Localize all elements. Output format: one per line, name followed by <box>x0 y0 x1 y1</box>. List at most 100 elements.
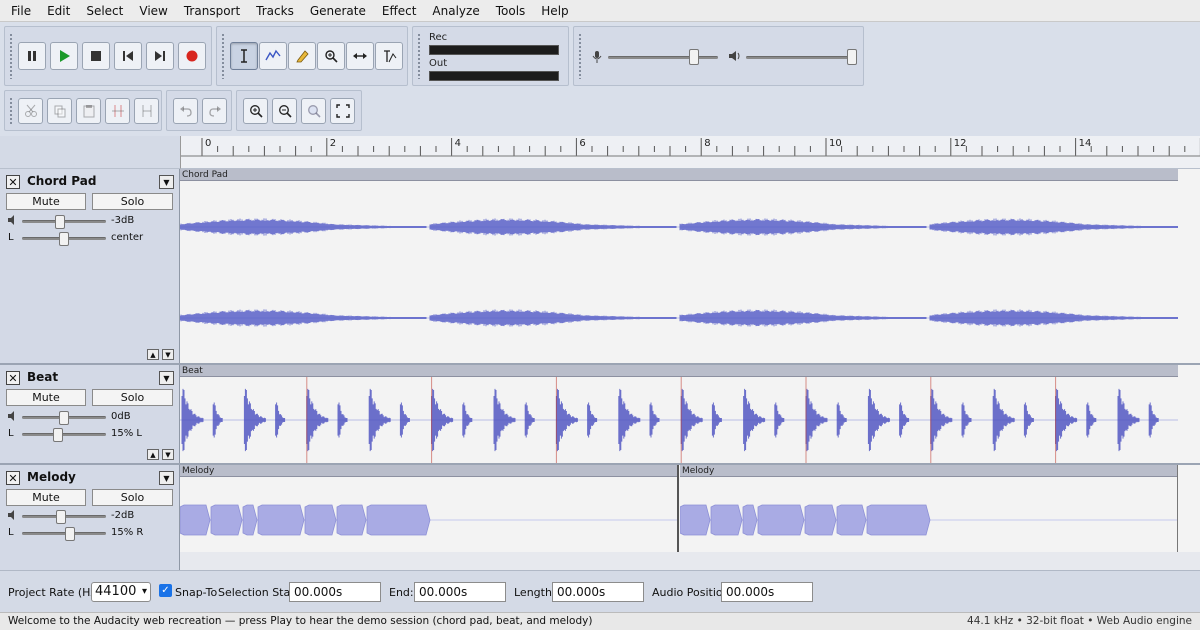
record-button[interactable] <box>178 42 206 70</box>
track-menu-button[interactable]: ▼ <box>159 175 174 189</box>
multi-tool-button[interactable] <box>375 42 403 70</box>
clip-name[interactable]: Chord Pad <box>180 169 1178 181</box>
silence-audio-button[interactable] <box>134 98 159 124</box>
zoom-tool-button[interactable] <box>317 42 345 70</box>
undo-button[interactable] <box>173 98 198 124</box>
track-waveform-area[interactable]: Chord Pad <box>180 169 1200 363</box>
menu-file[interactable]: File <box>3 0 39 22</box>
move-track-up-button[interactable]: ▲ <box>147 449 159 460</box>
track-waveform-area[interactable]: Beat <box>180 365 1200 463</box>
zoom-out-button[interactable] <box>272 98 297 124</box>
move-track-down-button[interactable]: ▼ <box>162 349 174 360</box>
menu-view[interactable]: View <box>131 0 175 22</box>
menu-transport[interactable]: Transport <box>176 0 248 22</box>
track-waveform-area[interactable]: Melody Melody <box>180 465 1200 552</box>
menu-help[interactable]: Help <box>533 0 576 22</box>
selection-start-field[interactable]: 00.000s <box>289 582 381 602</box>
record-volume-track[interactable] <box>608 56 718 59</box>
track-close-button[interactable]: ✕ <box>6 175 20 189</box>
mute-button[interactable]: Mute <box>6 193 86 210</box>
play-button[interactable] <box>50 42 78 70</box>
track-close-button[interactable]: ✕ <box>6 471 20 485</box>
waveform-segment <box>679 218 927 236</box>
record-volume-slider[interactable] <box>688 49 699 65</box>
pan-control: L center <box>6 232 176 246</box>
timeline-ruler[interactable]: 0246810121416 <box>180 136 1200 169</box>
playback-meter[interactable] <box>429 71 559 81</box>
pan-slider[interactable] <box>53 428 64 442</box>
menu-tools[interactable]: Tools <box>488 0 534 22</box>
menu-analyze[interactable]: Analyze <box>424 0 487 22</box>
solo-button[interactable]: Solo <box>92 193 173 210</box>
time-shift-tool-button[interactable] <box>346 42 374 70</box>
draw-tool-button[interactable] <box>288 42 316 70</box>
gain-slider[interactable] <box>59 411 69 425</box>
selection-end-field[interactable]: 00.000s <box>414 582 506 602</box>
playback-volume-slider[interactable] <box>846 49 857 65</box>
move-track-down-button[interactable]: ▼ <box>162 449 174 460</box>
solo-button[interactable]: Solo <box>92 489 173 506</box>
toolbar-grip[interactable] <box>578 33 582 79</box>
waveform <box>180 218 1178 327</box>
playback-volume-track[interactable] <box>746 56 854 59</box>
toolbar-grip[interactable] <box>417 33 421 79</box>
menu-edit[interactable]: Edit <box>39 0 78 22</box>
clip-name[interactable]: Melody <box>680 465 1177 477</box>
pan-slider[interactable] <box>59 232 69 246</box>
track-close-button[interactable]: ✕ <box>6 371 20 385</box>
toolbar-grip[interactable] <box>221 33 225 79</box>
project-rate-select[interactable]: 44100 ▾ <box>91 582 151 602</box>
toolbar-grip[interactable] <box>9 33 13 79</box>
menu-effect[interactable]: Effect <box>374 0 425 22</box>
waveform <box>180 504 677 536</box>
fit-project-button[interactable] <box>330 98 355 124</box>
track-name[interactable]: Beat <box>27 370 58 384</box>
zoom-in-button[interactable] <box>243 98 268 124</box>
stop-button[interactable] <box>82 42 110 70</box>
move-track-up-button[interactable]: ▲ <box>147 349 159 360</box>
selection-tool-button[interactable] <box>230 42 258 70</box>
skip-to-end-button[interactable] <box>146 42 174 70</box>
audio-clip[interactable]: Melody <box>180 465 679 552</box>
gain-slider[interactable] <box>56 510 67 524</box>
gain-slider[interactable] <box>54 215 65 229</box>
audio-clip[interactable]: Melody <box>680 465 1178 552</box>
selection-length-label: Length: <box>514 586 556 599</box>
copy-button[interactable] <box>47 98 72 124</box>
status-message: Welcome to the Audacity web recreation —… <box>8 615 593 627</box>
pan-slider[interactable] <box>64 527 75 541</box>
record-meter[interactable] <box>429 45 559 55</box>
menu-generate[interactable]: Generate <box>302 0 374 22</box>
menu-bar: File Edit Select View Transport Tracks G… <box>0 0 1200 22</box>
envelope-tool-button[interactable] <box>259 42 287 70</box>
trim-audio-button[interactable] <box>105 98 130 124</box>
mute-button[interactable]: Mute <box>6 489 86 506</box>
track-name[interactable]: Chord Pad <box>27 174 96 188</box>
redo-button[interactable] <box>202 98 227 124</box>
audio-clip[interactable]: Chord Pad <box>180 169 1178 363</box>
paste-button[interactable] <box>76 98 101 124</box>
pan-slider-track[interactable] <box>22 433 106 436</box>
clip-name[interactable]: Melody <box>180 465 677 477</box>
menu-tracks[interactable]: Tracks <box>248 0 302 22</box>
pan-label: L <box>8 232 14 243</box>
track-menu-button[interactable]: ▼ <box>159 471 174 485</box>
pause-button[interactable] <box>18 42 46 70</box>
menu-select[interactable]: Select <box>78 0 131 22</box>
cut-button[interactable] <box>18 98 43 124</box>
selection-length-field[interactable]: 00.000s <box>552 582 644 602</box>
audio-position-field[interactable]: 00.000s <box>721 582 813 602</box>
beat-hit <box>587 402 598 438</box>
fit-selection-button[interactable] <box>301 98 326 124</box>
audio-clip[interactable]: Beat <box>180 365 1178 463</box>
clip-name[interactable]: Beat <box>180 365 1178 377</box>
toolbar-grip[interactable] <box>9 97 13 124</box>
snap-to-checkbox[interactable]: ✓ <box>159 584 172 597</box>
track-menu-button[interactable]: ▼ <box>159 371 174 385</box>
timeline-empty-area[interactable] <box>180 552 1200 570</box>
solo-button[interactable]: Solo <box>92 389 173 406</box>
skip-to-start-button[interactable] <box>114 42 142 70</box>
zoom-tool-icon <box>325 50 338 63</box>
track-name[interactable]: Melody <box>27 470 76 484</box>
mute-button[interactable]: Mute <box>6 389 86 406</box>
